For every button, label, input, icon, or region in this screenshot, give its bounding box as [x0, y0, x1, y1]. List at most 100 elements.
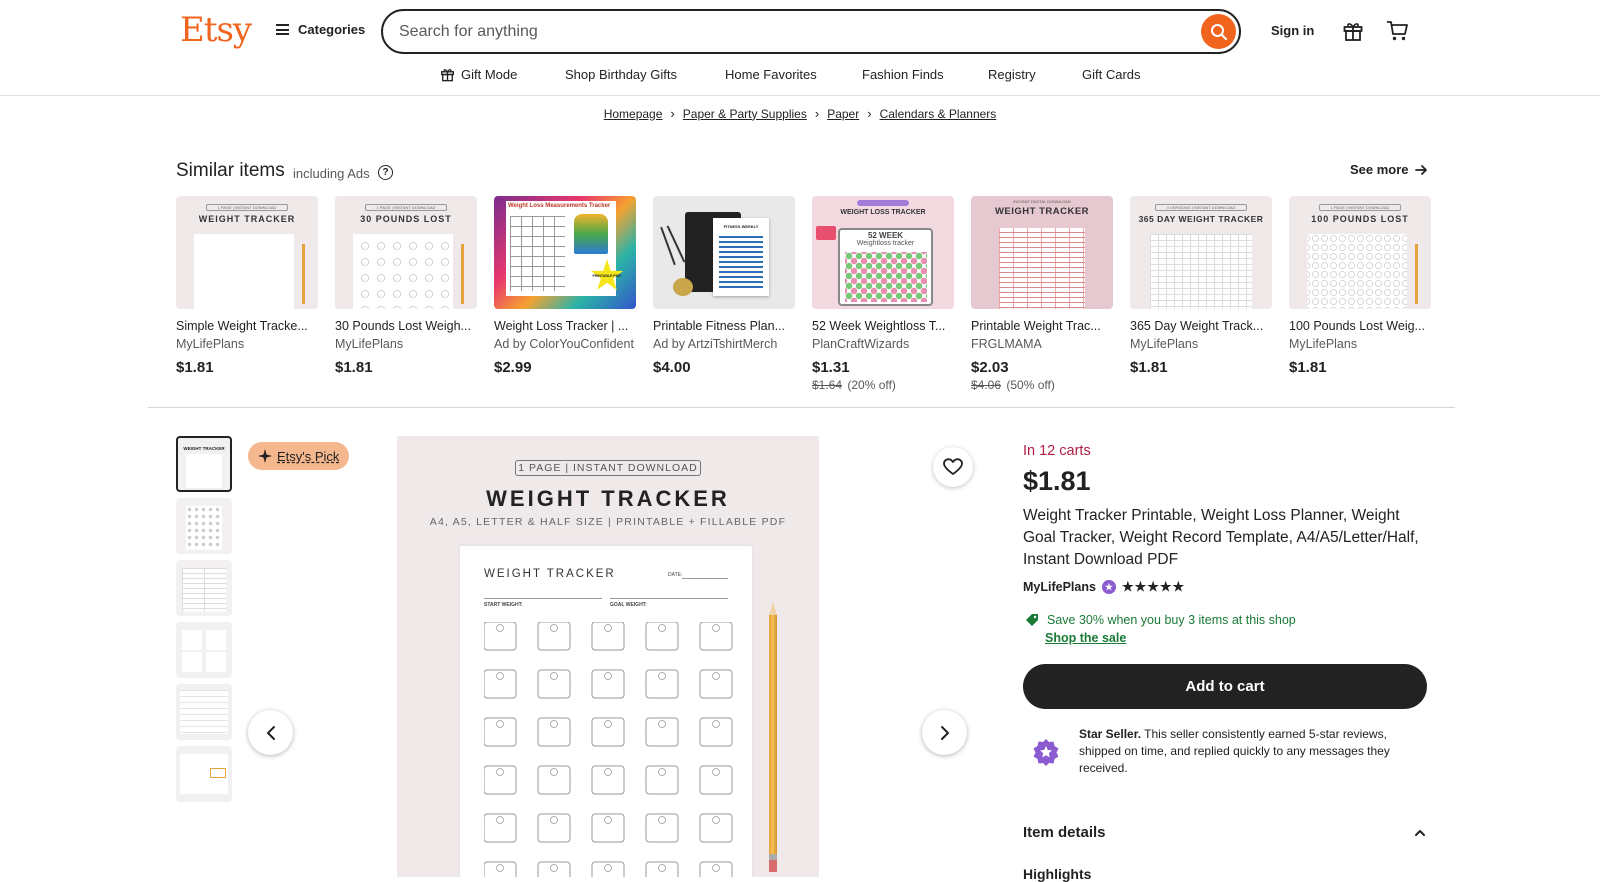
star-seller-badge-icon: [1032, 738, 1060, 766]
chevron-up-icon: [1415, 829, 1425, 836]
gallery-thumbnail[interactable]: [176, 498, 232, 554]
shop-info: MyLifePlans ★ ★★★★★: [1023, 579, 1185, 595]
listing-price: $1.81: [1130, 359, 1168, 376]
listing-image: 4 VERSIONS | INSTANT DOWNLOAD 365 DAY WE…: [1130, 196, 1272, 309]
listing-price: $2.99: [494, 359, 532, 376]
gallery-thumbnail[interactable]: [176, 622, 232, 678]
similar-items-subtitle: including Ads: [293, 166, 370, 181]
see-more-label: See more: [1350, 162, 1409, 177]
star-seller-description: Star Seller. This seller consistently ea…: [1079, 727, 1390, 775]
chevron-right-icon: ›: [867, 106, 872, 121]
highlights-heading: Highlights: [1023, 866, 1092, 882]
sparkle-icon: [258, 449, 272, 463]
similar-items-title: Similar items: [176, 160, 285, 181]
similar-item-card[interactable]: FITNESS WEEKLY Printable Fitness Plan...…: [653, 196, 795, 376]
listing-price: $2.03: [971, 359, 1009, 376]
breadcrumb-calendars[interactable]: Calendars & Planners: [880, 107, 997, 121]
breadcrumb: Homepage › Paper & Party Supplies › Pape…: [0, 106, 1600, 121]
subnav-fashion-finds[interactable]: Fashion Finds: [862, 67, 944, 82]
breadcrumb-paper-party[interactable]: Paper & Party Supplies: [683, 107, 807, 121]
cart-icon[interactable]: [1385, 18, 1411, 44]
categories-button[interactable]: Categories: [276, 22, 365, 37]
search-icon: [1210, 23, 1227, 40]
original-price: $4.06 (50% off): [971, 378, 1055, 392]
search-bar: [381, 9, 1241, 54]
breadcrumb-paper[interactable]: Paper: [827, 107, 859, 121]
heart-icon: [943, 458, 963, 475]
listing-image: 1 PAGE | INSTANT DOWNLOAD WEIGHT TRACKER: [176, 196, 318, 309]
etsys-pick-label: Etsy's Pick: [277, 448, 340, 464]
shop-name: MyLifePlans: [1289, 337, 1358, 351]
listing-price: $1.81: [176, 359, 214, 376]
listing-image: FITNESS WEEKLY: [653, 196, 795, 309]
product-title: Weight Tracker Printable, Weight Loss Pl…: [1023, 507, 1419, 568]
listing-title: Printable Weight Trac...: [971, 319, 1101, 333]
product-price: $1.81: [1023, 466, 1091, 496]
subnav-home-favorites[interactable]: Home Favorites: [725, 67, 817, 82]
sign-in-link[interactable]: Sign in: [1271, 23, 1314, 38]
search-button[interactable]: [1201, 14, 1236, 49]
arrow-right-icon: [1414, 164, 1427, 175]
item-details-toggle[interactable]: Item details: [1023, 824, 1427, 841]
subnav-registry[interactable]: Registry: [988, 67, 1036, 82]
listing-image: INSTANT DIGITAL DOWNLOAD WEIGHT TRACKER: [971, 196, 1113, 309]
chevron-right-icon: ›: [670, 106, 675, 121]
similar-item-card[interactable]: WEIGHT LOSS TRACKER 52 WEEK Weightloss t…: [812, 196, 954, 392]
main-product-image[interactable]: 1 PAGE | INSTANT DOWNLOAD WEIGHT TRACKER…: [397, 436, 819, 877]
shop-name: PlanCraftWizards: [812, 337, 910, 351]
previous-image-button[interactable]: [248, 710, 293, 755]
search-input[interactable]: [399, 11, 1179, 52]
favorite-button[interactable]: [933, 447, 973, 487]
chevron-right-icon: [940, 725, 949, 740]
gallery-thumbnail[interactable]: [176, 746, 232, 802]
shop-name-link[interactable]: MyLifePlans: [1023, 580, 1096, 594]
shop-name: Ad by ArtziTshirtMerch: [653, 337, 778, 351]
etsy-logo[interactable]: Etsy: [180, 10, 252, 50]
similar-item-card[interactable]: INSTANT DIGITAL DOWNLOAD WEIGHT TRACKER …: [971, 196, 1113, 392]
chevron-right-icon: ›: [814, 106, 820, 121]
see-more-link[interactable]: See more: [1350, 162, 1428, 177]
gift-icon[interactable]: [1340, 18, 1366, 44]
promo-notice: Save 30% when you buy 3 items at this sh…: [1025, 613, 1296, 627]
next-image-button[interactable]: [922, 710, 967, 755]
add-to-cart-button[interactable]: Add to cart: [1023, 664, 1427, 709]
listing-price: $1.81: [1289, 359, 1327, 376]
listing-image: Weight Loss Measurements Tracker PRINTAB…: [494, 196, 636, 309]
subnav-gift-cards[interactable]: Gift Cards: [1082, 67, 1141, 82]
shop-the-sale-link[interactable]: Shop the sale: [1045, 631, 1126, 645]
listing-price: $1.31: [812, 359, 850, 376]
listing-title: 365 Day Weight Track...: [1130, 319, 1264, 333]
listing-image: 1 PAGE | INSTANT DOWNLOAD 30 POUNDS LOST: [335, 196, 477, 309]
listing-title: Weight Loss Tracker | ...: [494, 319, 629, 333]
subnav-gift-mode[interactable]: Gift Mode: [440, 67, 517, 82]
etsys-pick-badge[interactable]: Etsy's Pick: [248, 442, 350, 470]
listing-title: 30 Pounds Lost Weigh...: [335, 319, 471, 333]
subnav-label: Gift Mode: [461, 67, 518, 82]
listing-title: Printable Fitness Plan...: [653, 319, 786, 333]
similar-item-card[interactable]: 1 PAGE | INSTANT DOWNLOAD 30 POUNDS LOST…: [335, 196, 477, 376]
star-seller-icon: ★: [1101, 580, 1116, 594]
shop-name: MyLifePlans: [335, 337, 404, 351]
promo-text: Save 30% when you buy 3 items at this sh…: [1047, 613, 1296, 627]
gallery-thumbnail[interactable]: [176, 684, 232, 740]
listing-price: $4.00: [653, 359, 691, 376]
listing-title: 52 Week Weightloss T...: [812, 319, 946, 333]
shop-name: MyLifePlans: [1130, 337, 1199, 351]
subnav-birthday-gifts[interactable]: Shop Birthday Gifts: [565, 67, 677, 82]
similar-item-card[interactable]: 4 VERSIONS | INSTANT DOWNLOAD 365 DAY WE…: [1130, 196, 1272, 376]
similar-item-card[interactable]: Weight Loss Measurements Tracker PRINTAB…: [494, 196, 636, 376]
listing-price: $1.81: [335, 359, 373, 376]
similar-item-card[interactable]: 1 PAGE | INSTANT DOWNLOAD WEIGHT TRACKER…: [176, 196, 318, 376]
help-icon[interactable]: ?: [378, 165, 393, 180]
menu-icon: [276, 24, 289, 35]
rating-stars[interactable]: ★★★★★: [1122, 579, 1185, 595]
categories-label: Categories: [298, 22, 366, 37]
listing-title: 100 Pounds Lost Weig...: [1289, 319, 1425, 333]
tag-icon: [1026, 614, 1038, 626]
original-price: $1.64 (20% off): [812, 378, 896, 392]
listing-title: Simple Weight Tracke...: [176, 319, 308, 333]
similar-item-card[interactable]: 1 PAGE | INSTANT DOWNLOAD 100 POUNDS LOS…: [1289, 196, 1431, 376]
gallery-thumbnail[interactable]: WEIGHT TRACKER: [176, 436, 232, 492]
breadcrumb-homepage[interactable]: Homepage: [604, 107, 663, 121]
gallery-thumbnail[interactable]: [176, 560, 232, 616]
